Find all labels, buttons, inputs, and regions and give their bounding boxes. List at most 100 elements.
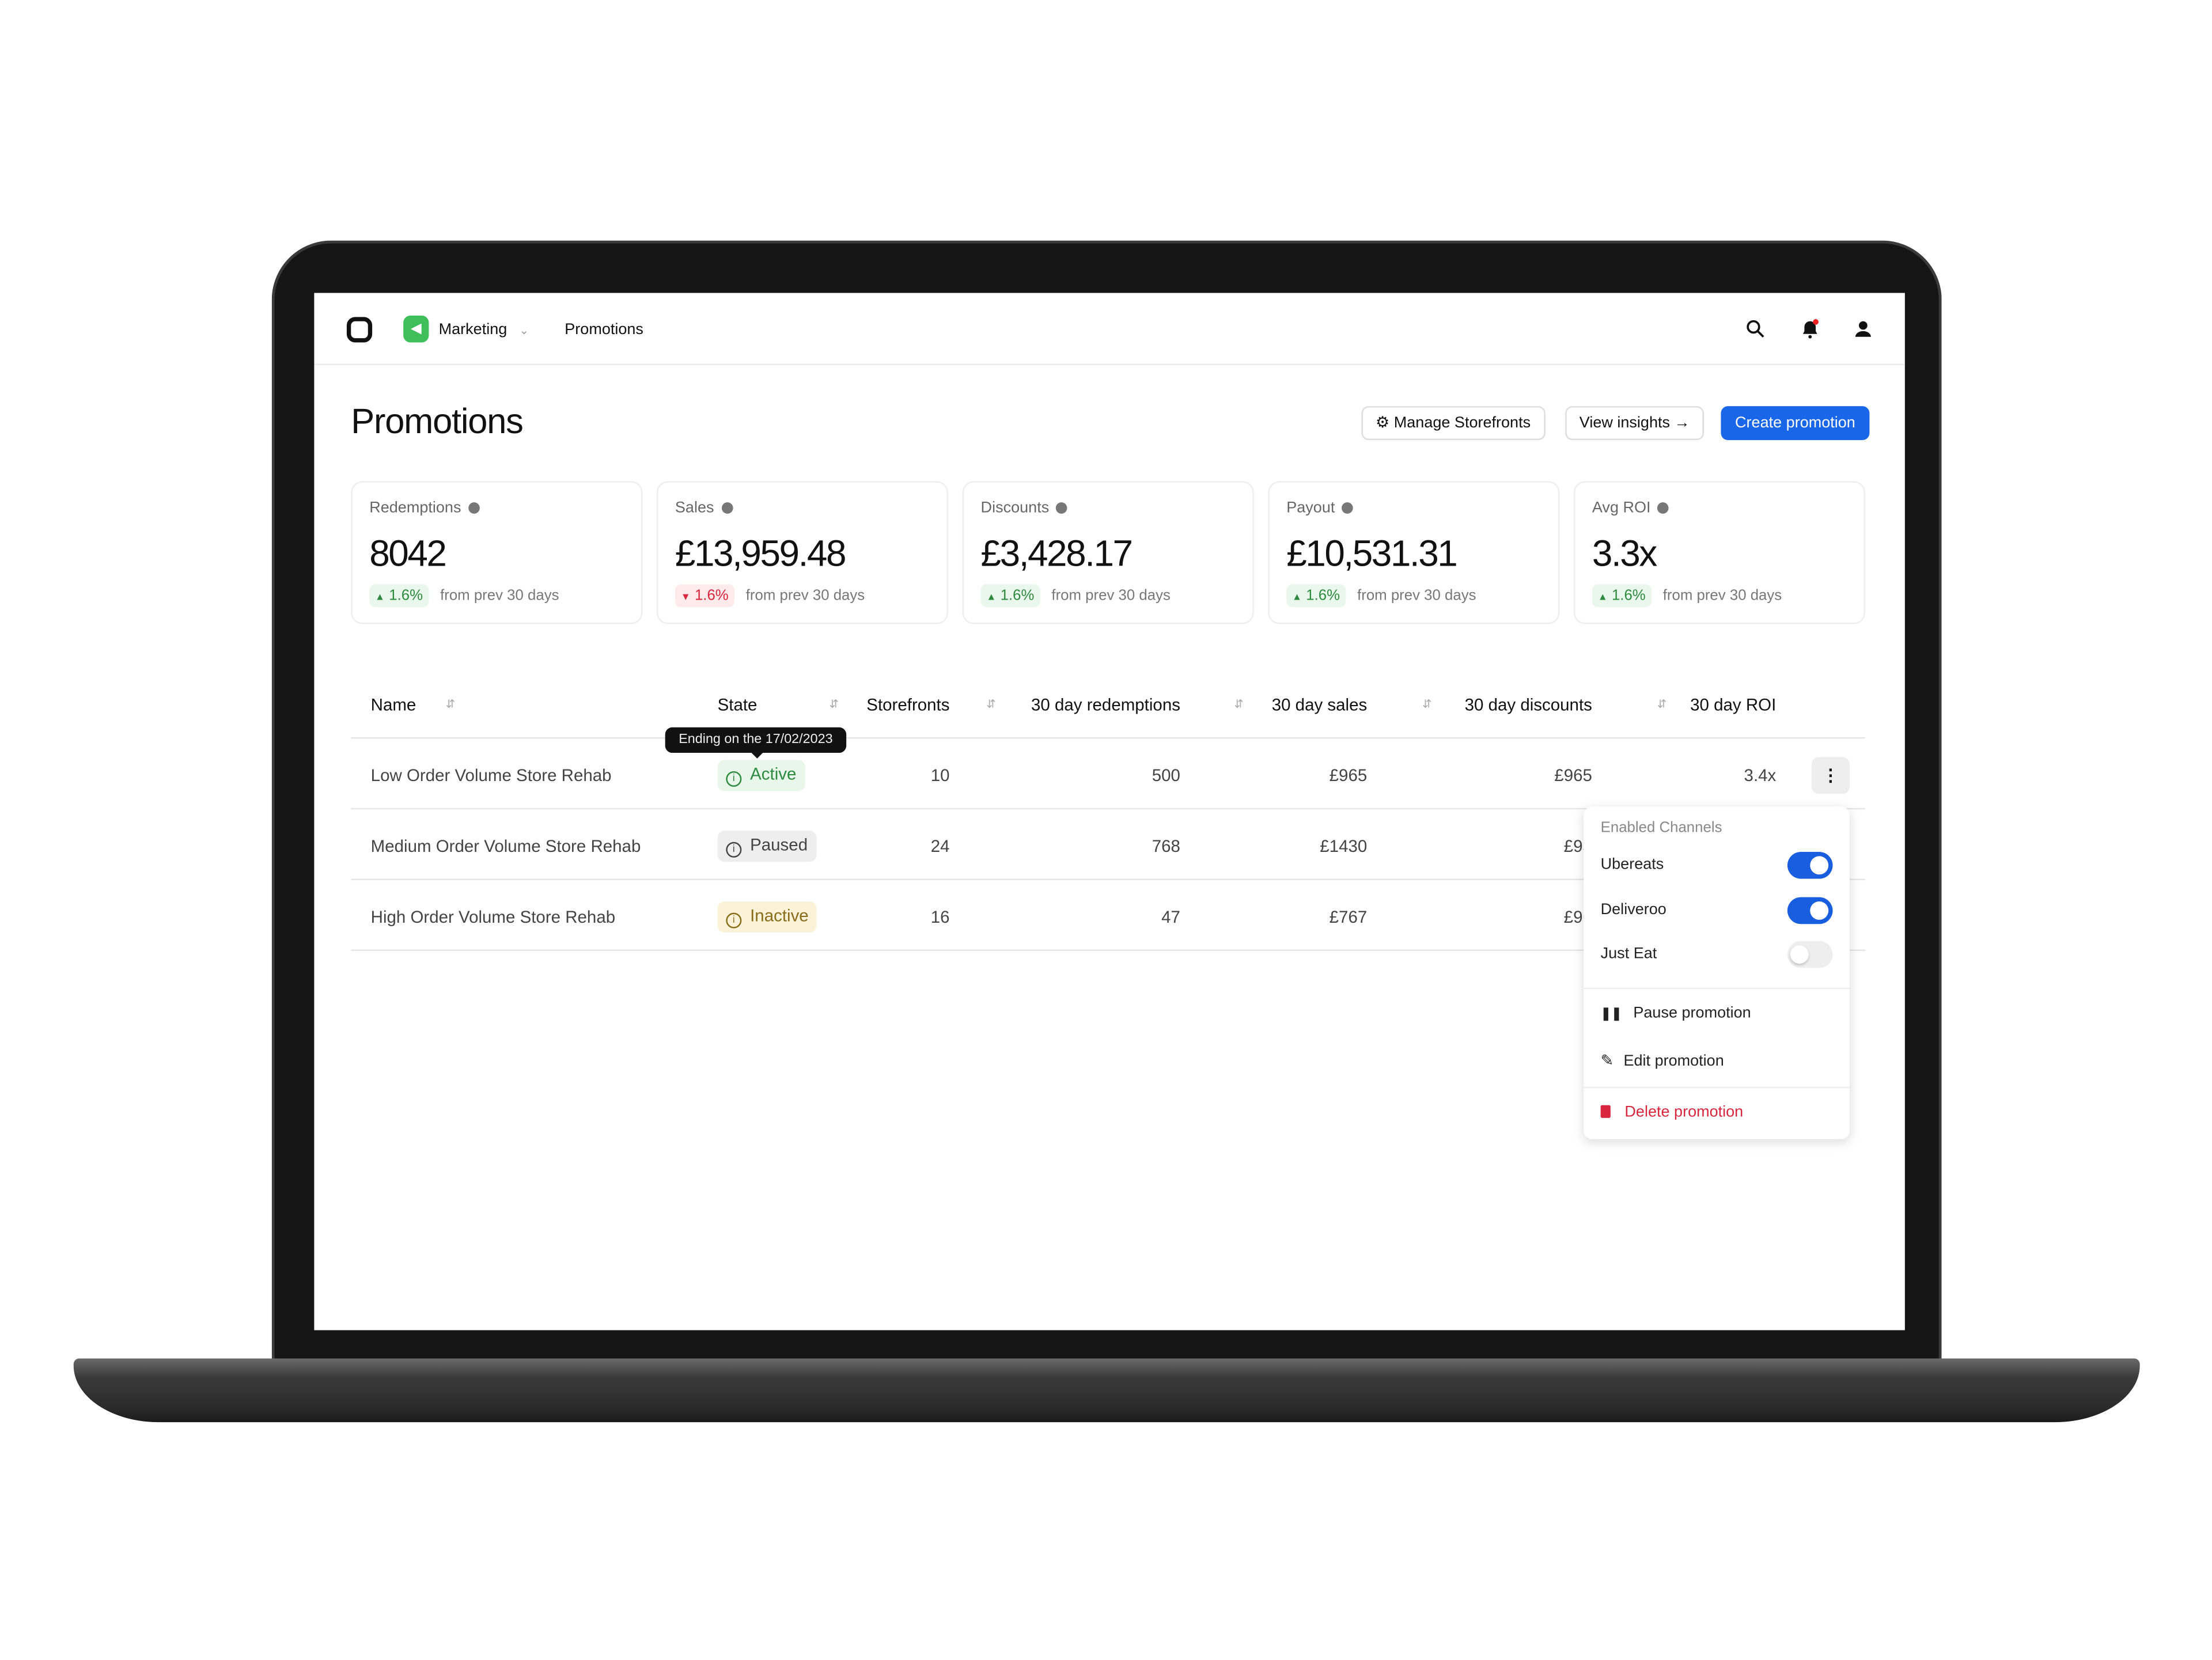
manage-storefronts-button[interactable]: ⚙ Manage Storefronts bbox=[1361, 406, 1545, 441]
stat-value: £3,428.17 bbox=[980, 532, 1134, 575]
channel-label: Just Eat bbox=[1600, 945, 1657, 962]
stat-note: from prev 30 days bbox=[440, 587, 559, 605]
menu-section-label: Enabled Channels bbox=[1600, 819, 1722, 836]
column-header[interactable]: 30 day sales bbox=[1272, 695, 1368, 714]
pause-icon: ❚❚ bbox=[1600, 1006, 1622, 1021]
search-icon[interactable] bbox=[1747, 320, 1765, 338]
info-icon: i bbox=[726, 842, 742, 858]
column-header[interactable]: State bbox=[718, 695, 757, 714]
sort-icon[interactable]: ⇵ bbox=[1234, 698, 1243, 710]
stat-card-redemptions: Redemptions 8042 ▲ 1.6% from prev 30 day… bbox=[351, 481, 643, 624]
cell-storefronts: 10 bbox=[930, 765, 950, 786]
menu-divider bbox=[1584, 1086, 1850, 1089]
info-icon[interactable] bbox=[1342, 502, 1354, 514]
stat-value: £13,959.48 bbox=[675, 532, 847, 575]
stat-change-badge: ▲ 1.6% bbox=[980, 584, 1040, 607]
triangle-up-icon: ▲ bbox=[375, 593, 385, 603]
status-badge[interactable]: i Inactive bbox=[717, 901, 817, 933]
stat-label: Sales bbox=[675, 499, 733, 517]
create-promotion-button[interactable]: Create promotion bbox=[1721, 406, 1870, 441]
screen: ◀ Marketing ⌄ Promotions Promotions ⚙ Ma… bbox=[314, 293, 1905, 1331]
laptop-base bbox=[73, 1358, 2140, 1423]
cell-roi: 3.4x bbox=[1744, 765, 1777, 786]
stat-value: 3.3x bbox=[1592, 532, 1657, 575]
channel-label: Deliveroo bbox=[1600, 900, 1666, 918]
channel-toggle[interactable] bbox=[1787, 941, 1833, 968]
cell-discounts: £965 bbox=[1554, 765, 1592, 786]
status-badge[interactable]: i Active bbox=[717, 760, 805, 791]
cell-storefronts: 24 bbox=[930, 836, 950, 856]
sort-icon[interactable]: ⇵ bbox=[986, 698, 995, 710]
laptop-mockup: ◀ Marketing ⌄ Promotions Promotions ⚙ Ma… bbox=[0, 0, 2212, 1660]
stat-card-avg-roi: Avg ROI 3.3x ▲ 1.6% from prev 30 days bbox=[1573, 481, 1866, 624]
triangle-up-icon: ▲ bbox=[1292, 593, 1302, 603]
stat-note: from prev 30 days bbox=[1051, 587, 1171, 605]
stat-card-sales: Sales £13,959.48 ▼ 1.6% from prev 30 day… bbox=[656, 481, 949, 624]
triangle-up-icon: ▲ bbox=[1597, 593, 1608, 603]
chevron-down-icon[interactable]: ⌄ bbox=[520, 324, 529, 337]
stat-note: from prev 30 days bbox=[1662, 587, 1782, 605]
stat-card-discounts: Discounts £3,428.17 ▲ 1.6% from prev 30 … bbox=[962, 481, 1254, 624]
info-icon[interactable] bbox=[721, 502, 733, 514]
top-nav: ◀ Marketing ⌄ Promotions bbox=[314, 293, 1905, 365]
stat-label: Discounts bbox=[981, 499, 1068, 517]
cell-redemptions: 47 bbox=[1161, 907, 1180, 927]
status-badge[interactable]: i Paused bbox=[717, 831, 816, 862]
gear-icon: ⚙ bbox=[1376, 414, 1394, 432]
trash-icon bbox=[1600, 1105, 1611, 1118]
delete-promotion-item[interactable]: Delete promotion bbox=[1600, 1104, 1743, 1121]
channel-label: Ubereats bbox=[1600, 856, 1664, 873]
arrow-right-icon: → bbox=[1670, 414, 1690, 432]
info-icon[interactable] bbox=[1657, 502, 1669, 514]
cell-redemptions: 500 bbox=[1152, 765, 1180, 786]
pause-promotion-item[interactable]: ❚❚ Pause promotion bbox=[1601, 1005, 1751, 1021]
edit-promotion-item[interactable]: ✎ Edit promotion bbox=[1601, 1051, 1724, 1070]
stat-label: Avg ROI bbox=[1592, 499, 1669, 517]
stat-label: Payout bbox=[1286, 499, 1354, 517]
stat-change-badge: ▲ 1.6% bbox=[369, 584, 429, 607]
bell-icon[interactable] bbox=[1800, 319, 1820, 340]
row-actions-menu: Enabled Channels Ubereats Deliveroo Just… bbox=[1584, 806, 1850, 1139]
sort-icon[interactable]: ⇵ bbox=[446, 698, 455, 710]
sort-icon[interactable]: ⇵ bbox=[830, 698, 839, 710]
marketing-app-icon: ◀ bbox=[403, 315, 429, 343]
info-icon: i bbox=[726, 912, 742, 928]
column-header[interactable]: 30 day discounts bbox=[1465, 695, 1592, 714]
cell-storefronts: 16 bbox=[930, 907, 950, 927]
stat-label: Redemptions bbox=[369, 499, 480, 517]
cell-sales: £965 bbox=[1329, 765, 1368, 786]
pencil-icon: ✎ bbox=[1600, 1052, 1614, 1070]
app-switcher[interactable]: Marketing bbox=[439, 321, 507, 338]
menu-divider bbox=[1584, 987, 1850, 990]
cell-sales: £1430 bbox=[1320, 836, 1368, 856]
promotion-name[interactable]: High Order Volume Store Rehab bbox=[371, 907, 615, 927]
triangle-up-icon: ▲ bbox=[986, 593, 997, 603]
channel-toggle[interactable] bbox=[1787, 896, 1833, 924]
header-divider bbox=[351, 737, 1866, 739]
column-header[interactable]: 30 day ROI bbox=[1690, 695, 1776, 714]
column-header[interactable]: 30 day redemptions bbox=[1031, 695, 1180, 714]
stat-card-payout: Payout £10,531.31 ▲ 1.6% from prev 30 da… bbox=[1268, 481, 1560, 624]
info-icon[interactable] bbox=[468, 502, 480, 514]
promotion-name[interactable]: Medium Order Volume Store Rehab bbox=[371, 836, 641, 856]
row-actions-button[interactable]: ⋮ bbox=[1811, 757, 1850, 794]
stat-note: from prev 30 days bbox=[745, 587, 865, 605]
info-icon: i bbox=[726, 771, 742, 787]
stat-change-badge: ▼ 1.6% bbox=[675, 584, 734, 607]
column-header[interactable]: Storefronts bbox=[866, 695, 949, 714]
cell-redemptions: 768 bbox=[1152, 836, 1180, 856]
sort-icon[interactable]: ⇵ bbox=[1657, 698, 1666, 710]
promotion-name[interactable]: Low Order Volume Store Rehab bbox=[371, 765, 612, 785]
view-insights-button[interactable]: View insights → bbox=[1565, 406, 1705, 441]
stat-value: 8042 bbox=[369, 532, 447, 575]
page-title: Promotions bbox=[351, 401, 524, 442]
channel-toggle[interactable] bbox=[1787, 851, 1833, 879]
breadcrumb[interactable]: Promotions bbox=[565, 321, 643, 338]
more-vertical-icon: ⋮ bbox=[1822, 765, 1839, 786]
info-icon[interactable] bbox=[1056, 502, 1068, 514]
column-header[interactable]: Name bbox=[371, 695, 416, 714]
sort-icon[interactable]: ⇵ bbox=[1422, 698, 1431, 710]
logo-icon[interactable] bbox=[346, 317, 373, 343]
user-icon[interactable] bbox=[1854, 320, 1872, 338]
cell-sales: £767 bbox=[1329, 907, 1368, 927]
